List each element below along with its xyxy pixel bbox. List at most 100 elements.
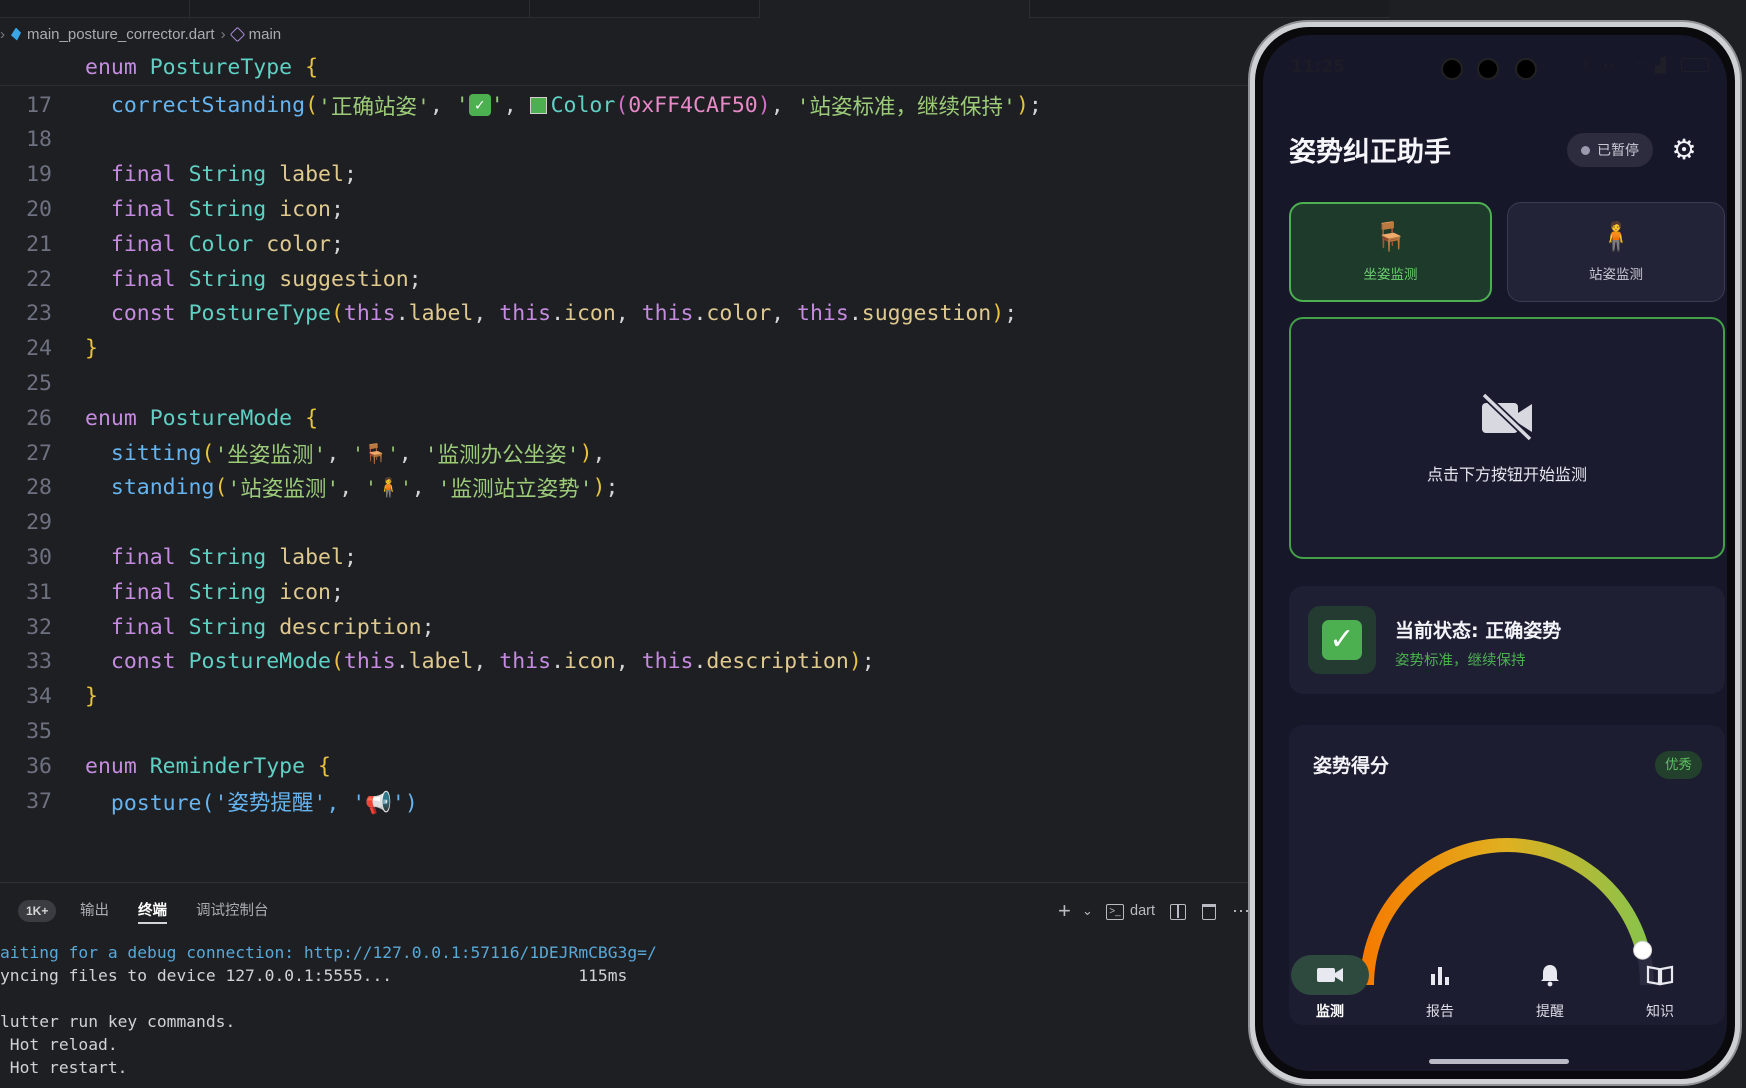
code-token: correctStanding xyxy=(110,92,306,118)
nav-item-report[interactable]: 报告 xyxy=(1390,955,1490,1045)
book-icon xyxy=(1621,955,1699,995)
code-token: '坐姿监测' xyxy=(214,442,327,468)
add-terminal-icon[interactable]: + xyxy=(1058,900,1071,922)
bottom-nav: 监测 报告 提醒 知识 xyxy=(1263,955,1727,1045)
code-token: description xyxy=(279,614,422,640)
code-line: 19 final String label; xyxy=(0,156,1250,194)
nav-label: 知识 xyxy=(1646,1004,1674,1020)
code-token: enum xyxy=(85,54,137,80)
chevron-down-icon[interactable]: ⌄ xyxy=(1082,900,1093,922)
current-status-card: ✓ 当前状态: 正确姿势 姿势标准，继续保持 xyxy=(1289,586,1725,694)
code-token: final xyxy=(110,162,176,188)
terminal-shell-name[interactable]: dart xyxy=(1130,900,1155,922)
breadcrumb: › main_posture_corrector.dart › main xyxy=(0,20,1250,48)
more-icon[interactable]: ⋯ xyxy=(1232,900,1250,922)
code-token: String xyxy=(188,196,267,222)
breadcrumb-symbol[interactable]: main xyxy=(229,26,281,43)
sticky-scroll-line[interactable]: enum PostureType { xyxy=(0,48,1250,86)
videocam-off-icon xyxy=(1481,392,1533,441)
mode-card-sitting[interactable]: 🪑 坐姿监测 xyxy=(1289,202,1492,302)
line-number: 18 xyxy=(26,127,52,153)
nav-item-reminder[interactable]: 提醒 xyxy=(1500,955,1600,1045)
terminal-output[interactable]: aiting for a debug connection: http://12… xyxy=(0,942,1250,1088)
nav-label: 报告 xyxy=(1426,1004,1454,1020)
code-line: 35 xyxy=(0,712,1250,750)
terminal-line: Hot restart. xyxy=(0,1058,128,1077)
videocam-icon xyxy=(1291,955,1369,995)
code-token: label xyxy=(279,162,344,188)
trash-icon[interactable] xyxy=(1202,904,1216,920)
status-icon-box: ✓ xyxy=(1308,606,1376,674)
code-token: this xyxy=(797,301,849,327)
editor-tab[interactable] xyxy=(0,0,190,18)
code-token: color xyxy=(706,301,772,327)
code-token: posture('姿势提醒', '📢') xyxy=(110,790,418,816)
code-token: icon xyxy=(279,196,331,222)
code-token: } xyxy=(85,336,98,362)
current-status-suggestion: 姿势标准，继续保持 xyxy=(1395,653,1526,669)
code-token: enum xyxy=(85,753,137,779)
app-title: 姿势纠正助手 xyxy=(1289,137,1451,168)
tab-debug-console[interactable]: 调试控制台 xyxy=(196,898,269,924)
phone-bezel: 11:25 ☾ ‹› ◠ ▟ 姿势纠正助手 已暂停 ⚙ 🪑 坐姿监测 🧍 站姿监… xyxy=(1255,27,1735,1079)
panel-divider[interactable] xyxy=(0,882,1250,883)
line-number: 22 xyxy=(26,266,52,292)
tab-output[interactable]: 输出 xyxy=(80,898,109,924)
code-token: final xyxy=(110,231,176,257)
editor-tab[interactable] xyxy=(190,0,530,18)
check-icon: ✓ xyxy=(1322,620,1362,660)
phone-screen[interactable]: 11:25 ☾ ‹› ◠ ▟ 姿势纠正助手 已暂停 ⚙ 🪑 坐姿监测 🧍 站姿监… xyxy=(1263,35,1727,1071)
phone-emulator: 11:25 ☾ ‹› ◠ ▟ 姿势纠正助手 已暂停 ⚙ 🪑 坐姿监测 🧍 站姿监… xyxy=(1250,22,1740,1084)
nav-item-monitor[interactable]: 监测 xyxy=(1280,955,1380,1045)
line-number: 36 xyxy=(26,753,52,779)
code-line: 29 xyxy=(0,504,1250,542)
tab-terminal[interactable]: 终端 xyxy=(138,898,167,924)
line-number: 26 xyxy=(26,405,52,431)
code-line: 25 xyxy=(0,364,1250,402)
code-token: PostureMode xyxy=(149,405,293,431)
code-line: 21 final Color color; xyxy=(0,225,1250,263)
dart-file-icon xyxy=(11,27,21,41)
line-number: 35 xyxy=(26,718,52,744)
code-token: this xyxy=(499,649,552,675)
code-token: Color xyxy=(550,92,616,118)
line-number: 25 xyxy=(26,370,52,396)
terminal-shell-icon: >_ xyxy=(1106,904,1124,920)
code-editor[interactable]: 17 correctStanding('正确站姿', ' ✓ ', Color(0x… xyxy=(0,86,1250,882)
code-token: const xyxy=(110,649,176,675)
home-indicator[interactable] xyxy=(1429,1059,1569,1064)
code-token: sitting xyxy=(110,440,202,466)
code-token: { xyxy=(305,54,319,80)
code-token: { xyxy=(305,405,319,431)
monitor-status-label: 已暂停 xyxy=(1597,143,1639,159)
color-swatch[interactable] xyxy=(529,96,547,114)
editor-tab[interactable] xyxy=(530,0,760,18)
bell-icon xyxy=(1511,955,1589,995)
camera-preview[interactable]: 点击下方按钮开始监测 xyxy=(1289,317,1725,559)
camera-dot xyxy=(1441,58,1463,80)
code-token: '站姿标准，继续保持' xyxy=(796,94,1016,120)
status-dot-icon xyxy=(1581,145,1590,155)
nav-label: 监测 xyxy=(1316,1004,1344,1020)
editor-tab-active[interactable] xyxy=(760,0,1030,18)
mode-card-standing[interactable]: 🧍 站姿监测 xyxy=(1507,202,1725,302)
code-line: 27 sitting('坐姿监测', '🪑', '监测办公坐姿'), xyxy=(0,434,1250,472)
chair-emoji-icon: '🪑' xyxy=(352,442,399,465)
code-line: 36 enum ReminderType { xyxy=(0,747,1250,785)
code-line: 32 final String description; xyxy=(0,608,1250,646)
code-token: this xyxy=(641,649,694,675)
code-token: standing xyxy=(110,475,215,501)
nav-item-knowledge[interactable]: 知识 xyxy=(1610,955,1710,1045)
settings-gear-icon[interactable]: ⚙ xyxy=(1669,135,1699,165)
code-token: suggestion xyxy=(279,266,409,292)
line-number: 24 xyxy=(26,336,52,362)
problems-count-badge[interactable]: 1K+ xyxy=(18,900,57,922)
code-token: this xyxy=(343,301,396,327)
monitor-status-pill[interactable]: 已暂停 xyxy=(1567,133,1653,167)
current-status-title: 当前状态: 正确姿势 xyxy=(1395,620,1562,642)
breadcrumb-file[interactable]: main_posture_corrector.dart xyxy=(11,26,215,43)
code-token: suggestion xyxy=(861,301,992,327)
score-title: 姿势得分 xyxy=(1313,755,1390,777)
split-terminal-icon[interactable] xyxy=(1170,904,1186,920)
code-line: 23 const PostureType(this. label, this. ic… xyxy=(0,295,1250,333)
